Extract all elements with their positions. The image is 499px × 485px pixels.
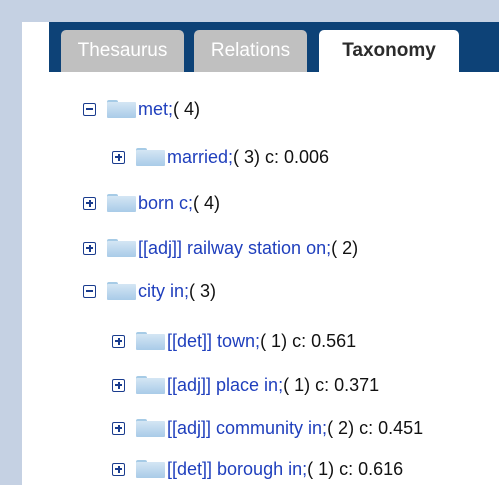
node-meta: ( 1) c: 0.561 [260, 330, 357, 351]
tab-taxonomy[interactable]: Taxonomy [319, 30, 459, 72]
node-label[interactable]: married; [167, 147, 233, 168]
node-meta: ( 4) [193, 192, 221, 213]
minus-box-icon[interactable] [83, 284, 96, 298]
node-label[interactable]: met; [138, 99, 173, 120]
node-label[interactable]: born c; [138, 193, 193, 214]
folder-icon [107, 100, 136, 118]
plus-box-icon[interactable] [112, 334, 125, 348]
plus-box-icon[interactable] [83, 241, 96, 255]
minus-box-icon[interactable] [83, 102, 96, 116]
plus-box-icon[interactable] [112, 150, 125, 164]
tree-node-born[interactable]: born c; ( 4) [83, 191, 220, 215]
node-meta: ( 3) [189, 280, 217, 301]
tab-relations[interactable]: Relations [194, 30, 307, 72]
plus-box-icon[interactable] [83, 196, 96, 210]
tab-bar: Thesaurus Relations Taxonomy [49, 22, 499, 72]
tree-node-town[interactable]: [[det]] town; ( 1) c: 0.561 [112, 329, 356, 353]
folder-icon [136, 419, 165, 437]
tree-node-married[interactable]: married; ( 3) c: 0.006 [112, 145, 329, 169]
tree-node-city[interactable]: city in; ( 3) [83, 279, 216, 303]
folder-icon [107, 239, 136, 257]
folder-icon [136, 148, 165, 166]
top-frame-strip [0, 0, 499, 22]
node-label[interactable]: [[adj]] community in; [167, 418, 327, 439]
node-meta: ( 2) [331, 237, 359, 258]
folder-icon [136, 332, 165, 350]
tree-node-railway-station[interactable]: [[adj]] railway station on; ( 2) [83, 236, 358, 260]
tree-node-community[interactable]: [[adj]] community in; ( 2) c: 0.451 [112, 416, 423, 440]
node-label[interactable]: [[det]] borough in; [167, 459, 307, 480]
node-meta: ( 2) c: 0.451 [327, 417, 424, 438]
node-label[interactable]: [[det]] town; [167, 331, 260, 352]
tree-node-met[interactable]: met; ( 4) [83, 97, 200, 121]
plus-box-icon[interactable] [112, 378, 125, 392]
node-label[interactable]: [[adj]] railway station on; [138, 238, 331, 259]
node-meta: ( 1) c: 0.371 [283, 374, 380, 395]
node-meta: ( 4) [173, 98, 201, 119]
node-meta: ( 3) c: 0.006 [233, 146, 330, 167]
node-label[interactable]: [[adj]] place in; [167, 375, 283, 396]
left-frame-strip [0, 0, 22, 485]
node-label[interactable]: city in; [138, 281, 189, 302]
plus-box-icon[interactable] [112, 421, 125, 435]
plus-box-icon[interactable] [112, 462, 125, 476]
folder-icon [136, 376, 165, 394]
folder-icon [107, 194, 136, 212]
folder-icon [107, 282, 136, 300]
node-meta: ( 1) c: 0.616 [307, 458, 404, 479]
tree-node-place[interactable]: [[adj]] place in; ( 1) c: 0.371 [112, 373, 379, 397]
folder-icon [136, 460, 165, 478]
tree-node-borough[interactable]: [[det]] borough in; ( 1) c: 0.616 [112, 457, 403, 481]
tab-thesaurus[interactable]: Thesaurus [61, 30, 184, 72]
